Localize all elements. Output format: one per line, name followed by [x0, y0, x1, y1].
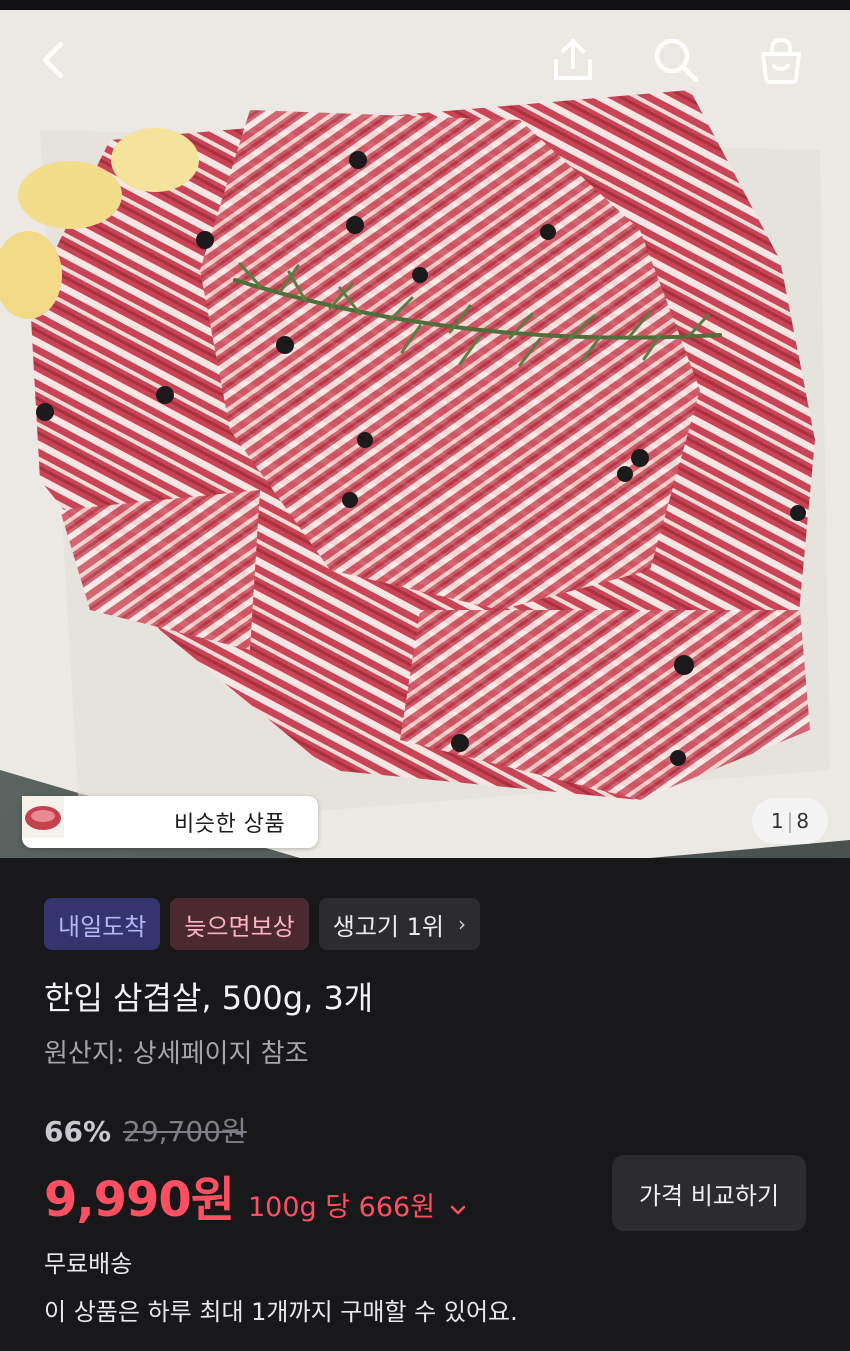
category-rank-label: 생고기 1위: [332, 912, 444, 941]
price-compare-button[interactable]: 가격 비교하기: [612, 1155, 806, 1231]
search-icon: [654, 38, 699, 83]
tomorrow-delivery-label: 내일도착: [58, 912, 147, 941]
badge-row: 내일도착 늦으면보상 생고기 1위 ›: [44, 898, 480, 950]
late-compensation-label: 늦으면보상: [184, 912, 295, 941]
product-title: 한입 삼겹살, 500g, 3개: [44, 979, 374, 1017]
image-counter: 1 | 8: [752, 798, 828, 844]
top-navigation: [0, 10, 850, 110]
tomorrow-delivery-badge: 내일도착: [44, 898, 161, 950]
cart-button[interactable]: [753, 32, 809, 88]
image-counter-separator: |: [786, 809, 794, 833]
share-icon: [554, 39, 592, 80]
similar-thumb-2: [22, 796, 116, 843]
similar-products-label: 비슷한 상품: [174, 812, 286, 837]
product-origin: 원산지: 상세페이지 참조: [44, 1039, 309, 1069]
chevron-right-icon: ›: [457, 912, 466, 936]
shipping-info: 무료배송: [44, 1250, 133, 1278]
purchase-limit-notice: 이 상품은 하루 최대 1개까지 구매할 수 있어요.: [44, 1298, 518, 1326]
chevron-down-icon: [450, 1205, 466, 1215]
similar-products-chip[interactable]: 비슷한 상품: [22, 796, 318, 848]
unit-price-toggle[interactable]: [449, 1201, 467, 1220]
image-counter-total: 8: [796, 809, 810, 833]
original-price: 29,700원: [123, 1115, 247, 1148]
image-counter-current: 1: [770, 809, 784, 833]
discount-rate: 66%: [44, 1115, 112, 1148]
share-button[interactable]: [545, 32, 601, 88]
pork-belly-photo: [0, 10, 850, 858]
shopping-bag-icon: [761, 37, 801, 84]
sale-price: 9,990원: [44, 1172, 235, 1228]
late-compensation-badge: 늦으면보상: [170, 898, 309, 950]
unit-price[interactable]: 100g 당 666원: [248, 1185, 435, 1224]
price-compare-label: 가격 비교하기: [638, 1181, 780, 1210]
search-button[interactable]: [648, 32, 704, 88]
price-row: 9,990원 100g 당 666원: [44, 1160, 467, 1230]
discount-row: 66% 29,700원: [44, 1110, 247, 1150]
product-image[interactable]: 비슷한 상품 1 | 8: [0, 10, 850, 858]
similar-thumb-3: [22, 796, 162, 843]
back-button[interactable]: [26, 32, 82, 88]
status-bar: [0, 0, 850, 10]
category-rank-badge[interactable]: 생고기 1위 ›: [318, 898, 480, 950]
chevron-left-icon: [42, 41, 64, 79]
